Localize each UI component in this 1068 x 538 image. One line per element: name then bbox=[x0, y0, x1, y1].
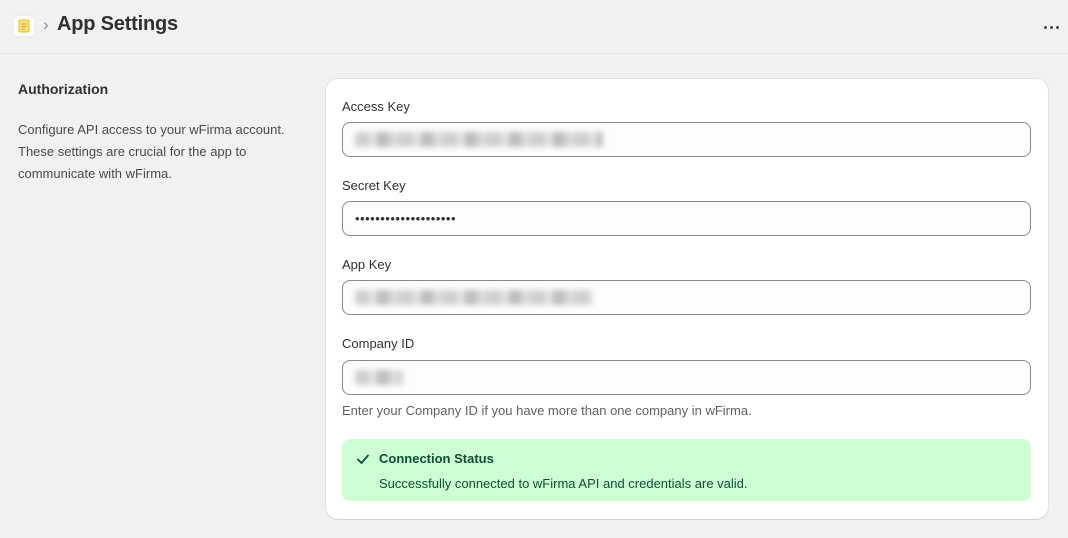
app-icon[interactable] bbox=[13, 15, 35, 37]
connection-status-banner: Connection Status Successfully connected… bbox=[342, 439, 1031, 501]
redacted-value bbox=[355, 290, 593, 305]
banner-title: Connection Status bbox=[379, 451, 494, 466]
settings-card: Access Key Secret Key ••••••••••••••••••… bbox=[326, 79, 1048, 519]
company-id-input[interactable] bbox=[342, 360, 1031, 395]
app-key-label: App Key bbox=[342, 257, 392, 272]
access-key-label: Access Key bbox=[342, 99, 410, 114]
checkmark-icon bbox=[357, 454, 369, 464]
redacted-value bbox=[355, 370, 403, 385]
document-icon bbox=[18, 19, 30, 33]
redacted-value bbox=[355, 132, 603, 147]
secret-key-label: Secret Key bbox=[342, 178, 406, 193]
access-key-input[interactable] bbox=[342, 122, 1031, 157]
app-key-input[interactable] bbox=[342, 280, 1031, 315]
more-actions-button[interactable] bbox=[1038, 17, 1064, 37]
breadcrumb-separator: › bbox=[43, 15, 49, 34]
secret-key-value: •••••••••••••••••••• bbox=[355, 211, 457, 226]
top-bar: › App Settings bbox=[0, 0, 1068, 54]
section-title: Authorization bbox=[18, 81, 109, 97]
secret-key-input[interactable]: •••••••••••••••••••• bbox=[342, 201, 1031, 236]
more-horizontal-icon bbox=[1043, 25, 1047, 29]
company-id-help-text: Enter your Company ID if you have more t… bbox=[342, 403, 752, 418]
company-id-label: Company ID bbox=[342, 336, 415, 351]
page-title: App Settings bbox=[57, 13, 178, 35]
banner-message: Successfully connected to wFirma API and… bbox=[379, 476, 748, 491]
section-description: Configure API access to your wFirma acco… bbox=[18, 122, 285, 181]
